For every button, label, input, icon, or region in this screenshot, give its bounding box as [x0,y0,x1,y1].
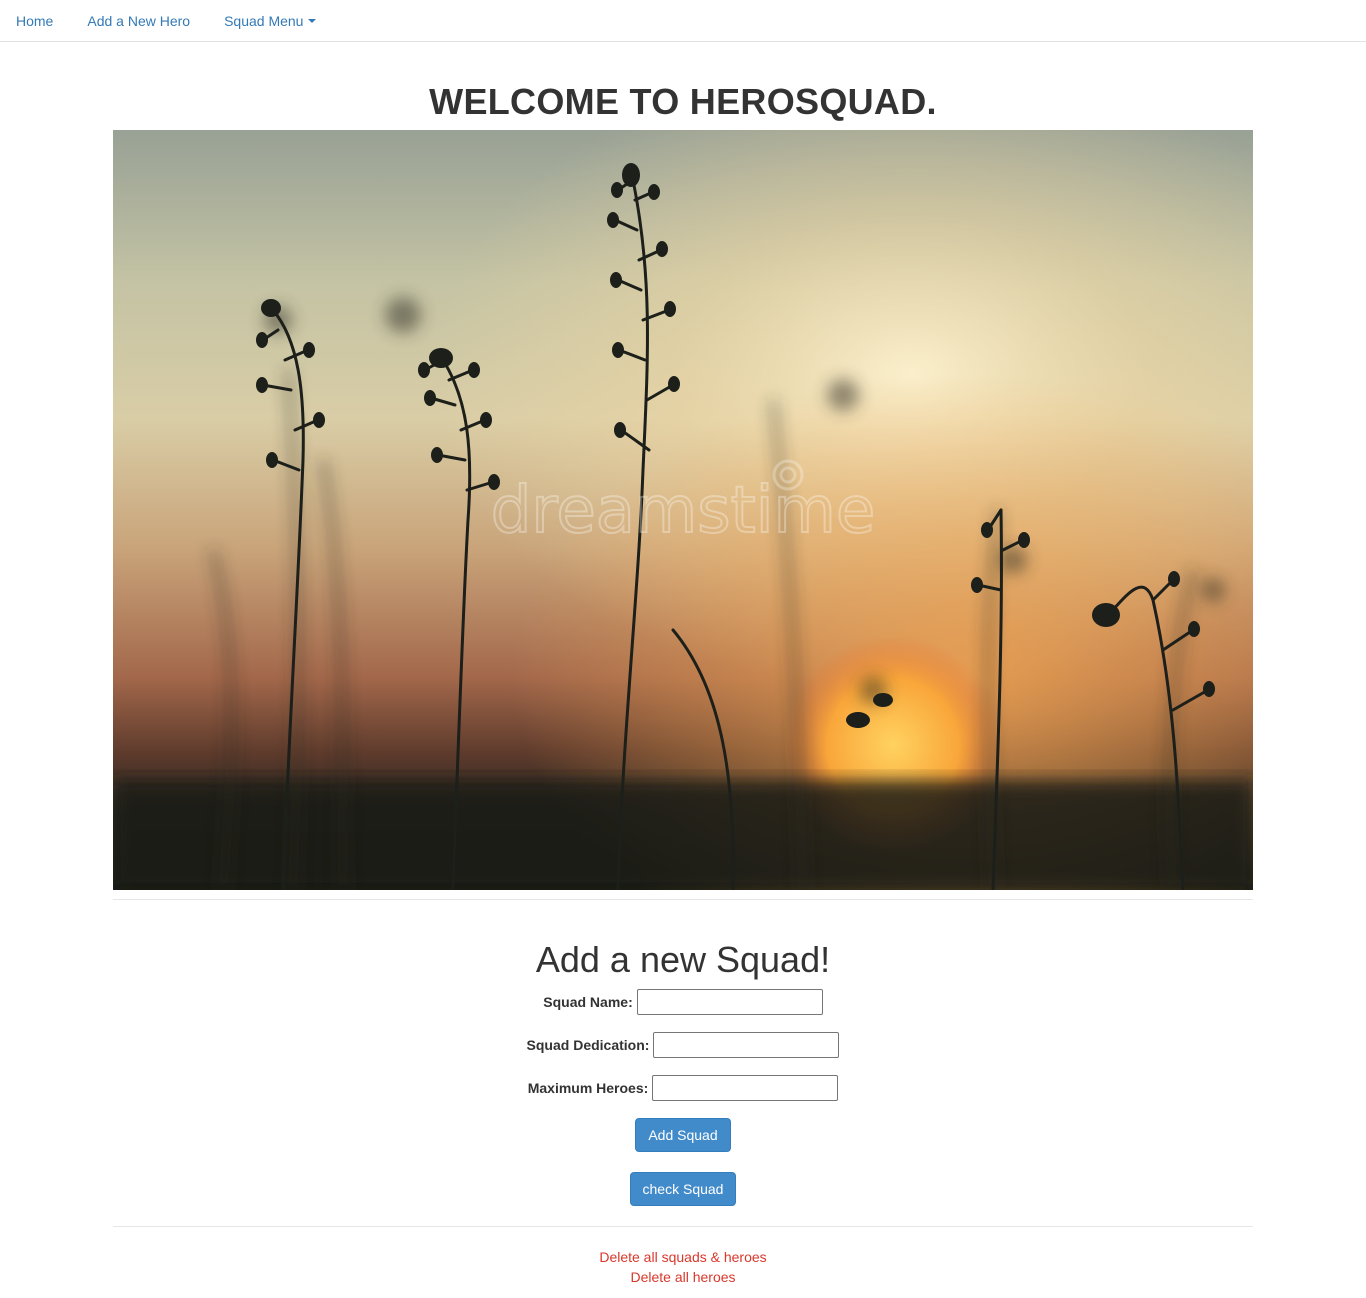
page-title: WELCOME TO HEROSQUAD. [429,81,937,122]
squad-menu-label: Squad Menu [224,12,304,29]
caret-down-icon [308,19,317,23]
watermark-text: dreamstime [491,474,875,548]
max-heroes-input[interactable] [652,1075,839,1101]
squad-name-label: Squad Name: [543,994,633,1010]
check-squad-button[interactable]: check Squad [629,1172,737,1206]
main-container: WELCOME TO HEROSQUAD. dreamstime Add a n… [113,82,1253,1287]
divider [113,1226,1253,1227]
max-heroes-label: Maximum Heroes: [527,1080,649,1096]
squad-dedication-row: Squad Dedication: [113,1032,1253,1058]
add-squad-form: Squad Name: Squad Dedication: Maximum He… [113,989,1253,1152]
hero-image: dreamstime [113,130,1253,890]
check-squad-row: check Squad [113,1172,1253,1206]
add-squad-row: Add Squad [113,1118,1253,1152]
delete-actions: Delete all squads & heroes Delete all he… [113,1247,1253,1287]
nav-add-hero-link[interactable]: Add a New Hero [72,0,205,42]
add-squad-button[interactable]: Add Squad [635,1118,731,1152]
squad-dedication-label: Squad Dedication: [526,1037,650,1053]
squad-name-row: Squad Name: [113,989,1253,1015]
form-title: Add a new Squad! [535,939,831,980]
delete-all-squads-link[interactable]: Delete all squads & heroes [113,1247,1253,1267]
nav-squad-menu-dropdown[interactable]: Squad Menu [209,0,331,42]
squad-dedication-input[interactable] [653,1032,840,1058]
top-navbar: Home Add a New Hero Squad Menu [0,0,1366,42]
max-heroes-row: Maximum Heroes: [113,1075,1253,1101]
squad-name-input[interactable] [636,989,823,1015]
divider [113,899,1253,900]
delete-all-heroes-link[interactable]: Delete all heroes [113,1267,1253,1287]
nav-home-link[interactable]: Home [1,0,68,42]
